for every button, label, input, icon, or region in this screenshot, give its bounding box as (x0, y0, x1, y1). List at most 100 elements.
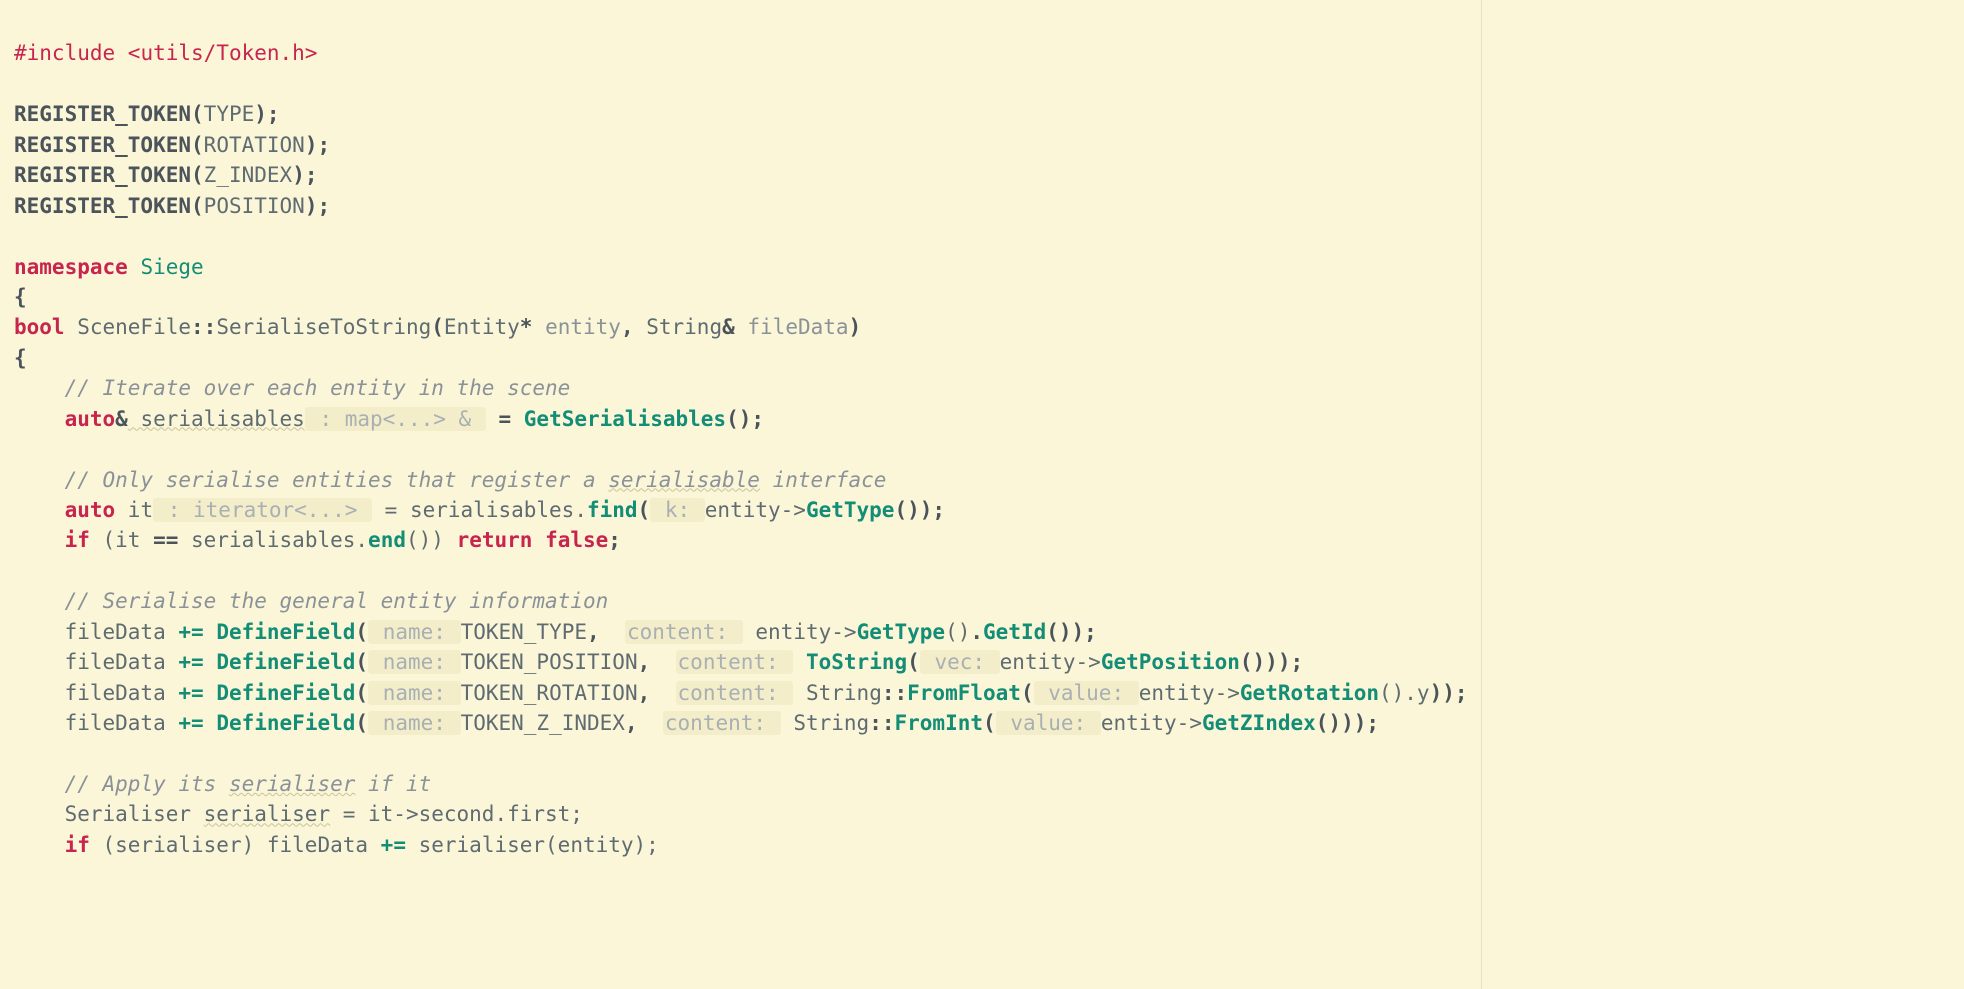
comma: , (638, 681, 676, 705)
call: () (945, 620, 970, 644)
star: * (520, 315, 533, 339)
call: () (1379, 681, 1404, 705)
paren-open: ( (1021, 681, 1034, 705)
punct: ( (191, 194, 204, 218)
expr: entity-> (1000, 650, 1101, 674)
keyword-false: false (545, 528, 608, 552)
param-hint-value: value: (1034, 681, 1139, 705)
keyword-if: if (65, 528, 90, 552)
fn-definefield: DefineField (216, 650, 355, 674)
call-end: )); (1430, 681, 1468, 705)
dot: . (970, 620, 983, 644)
token-const: TOKEN_POSITION (461, 650, 638, 674)
code-line: auto& serialisables : map<...> & = GetSe… (14, 407, 764, 431)
code-line: REGISTER_TOKEN(POSITION); (14, 194, 330, 218)
macro-call: REGISTER_TOKEN (14, 133, 191, 157)
comment-word: serialiser (229, 772, 355, 796)
code-line: fileData += DefineField( name: TOKEN_POS… (14, 650, 1303, 674)
fn-fromint: FromInt (895, 711, 984, 735)
space (793, 650, 806, 674)
code-line: fileData += DefineField( name: TOKEN_TYP… (14, 620, 1097, 644)
code-line: REGISTER_TOKEN(ROTATION); (14, 133, 330, 157)
class-string: String (793, 711, 869, 735)
comment: interface (760, 468, 886, 492)
fn-gettype: GetType (806, 498, 895, 522)
op-plus-eq: += (178, 620, 203, 644)
keyword-if: if (65, 833, 90, 857)
code-editor: #include <utils/Token.h> REGISTER_TOKEN(… (0, 0, 1482, 989)
eq: = (486, 407, 524, 431)
paren-close: ) (849, 315, 862, 339)
space (204, 681, 217, 705)
punct: ); (254, 102, 279, 126)
type-entity: Entity (444, 315, 520, 339)
type-serialiser: Serialiser (14, 802, 204, 826)
macro-call: REGISTER_TOKEN (14, 194, 191, 218)
fn-definefield: DefineField (216, 620, 355, 644)
punct: ( (191, 163, 204, 187)
indent (14, 528, 65, 552)
macro-arg: Z_INDEX (204, 163, 293, 187)
fn-gettype: GetType (857, 620, 946, 644)
fn-fromfloat: FromFloat (907, 681, 1021, 705)
code-line: REGISTER_TOKEN(Z_INDEX); (14, 163, 317, 187)
expr: entity-> (1101, 711, 1202, 735)
code-line: #include <utils/Token.h> (14, 41, 317, 65)
fn-definefield: DefineField (216, 711, 355, 735)
macro-call: REGISTER_TOKEN (14, 163, 191, 187)
param-hint: k: (650, 498, 705, 522)
fn-getserialisables: GetSerialisables (524, 407, 726, 431)
paren-open: ( (355, 681, 368, 705)
member-y: .y (1404, 681, 1429, 705)
param-hint-name: name: (368, 620, 461, 644)
cond: (it (90, 528, 153, 552)
param-hint-value: value: (996, 711, 1101, 735)
keyword-bool: bool (14, 315, 65, 339)
code-line: if (serialiser) fileData += serialiser(e… (14, 833, 659, 857)
var-serialiser: serialiser (204, 802, 330, 826)
paren-open: ( (355, 650, 368, 674)
comment-word: serialisable (608, 468, 760, 492)
param-hint-name: name: (368, 711, 461, 735)
inline-type-hint: : iterator<...> (153, 498, 372, 522)
comma: , (621, 315, 646, 339)
op-plus-eq: += (178, 650, 203, 674)
call-end: (); (726, 407, 764, 431)
var-serialisables: serialisables (128, 407, 305, 431)
call-end: ()); (894, 498, 945, 522)
code-line: namespace Siege (14, 255, 204, 279)
cond: serialisables. (178, 528, 368, 552)
keyword-auto: auto (14, 498, 115, 522)
comma: , (625, 711, 663, 735)
code-line: fileData += DefineField( name: TOKEN_Z_I… (14, 711, 1379, 735)
lhs: fileData (14, 620, 178, 644)
expr: = serialisables. (372, 498, 587, 522)
param-hint-content: content: (663, 711, 781, 735)
fn-tostring: ToString (806, 650, 907, 674)
paren-open: ( (638, 498, 651, 522)
code-line: // Only serialise entities that register… (14, 468, 886, 492)
class-name: SceneFile (65, 315, 191, 339)
comment: if it (355, 772, 431, 796)
param-hint-content: content: (676, 650, 794, 674)
space (204, 711, 217, 735)
punct: ); (292, 163, 317, 187)
cond: ()) (406, 528, 457, 552)
macro-arg: ROTATION (204, 133, 305, 157)
fn-getposition: GetPosition (1101, 650, 1240, 674)
param-entity: entity (532, 315, 621, 339)
comment: // Serialise the general entity informat… (14, 589, 608, 613)
keyword-return: return (457, 528, 533, 552)
punct: ( (191, 102, 204, 126)
token-const: TOKEN_ROTATION (461, 681, 638, 705)
rhs: serialiser(entity); (406, 833, 659, 857)
indent (14, 833, 65, 857)
token-const: TOKEN_Z_INDEX (461, 711, 625, 735)
comment: // Only serialise entities that register… (14, 468, 608, 492)
param-hint-name: name: (368, 681, 461, 705)
paren-open: ( (907, 650, 920, 674)
paren-open: ( (355, 711, 368, 735)
code-line: fileData += DefineField( name: TOKEN_ROT… (14, 681, 1468, 705)
inline-type-hint: : map<...> & (305, 407, 486, 431)
punct: ); (305, 194, 330, 218)
